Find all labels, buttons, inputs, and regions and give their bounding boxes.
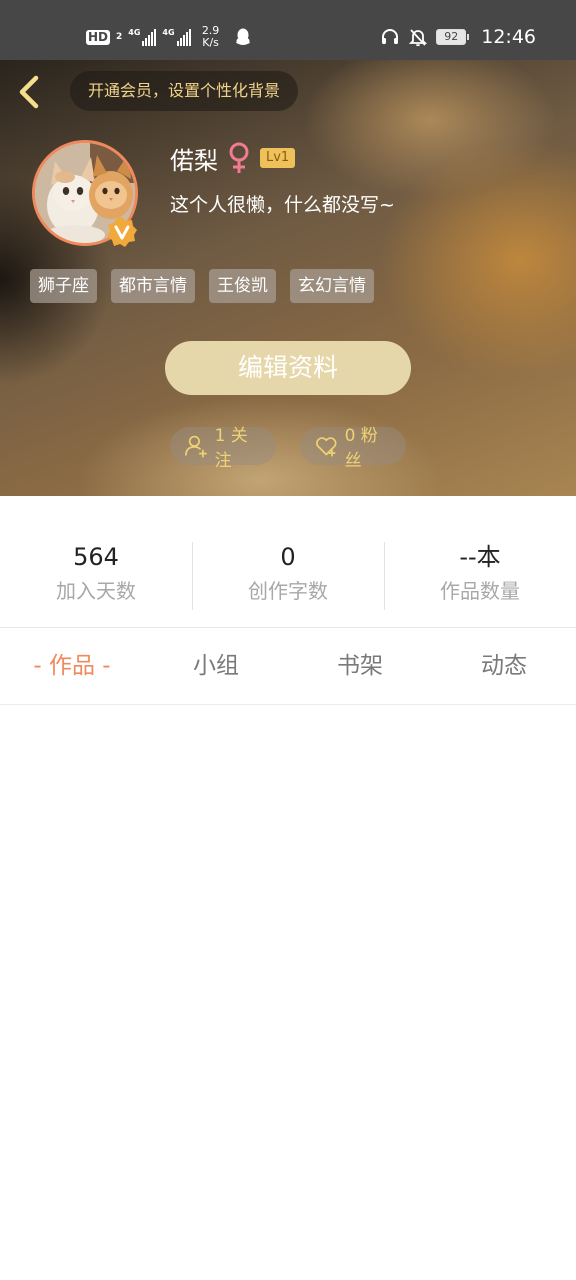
- clock: 12:46: [481, 26, 536, 48]
- tag-item[interactable]: 王俊凯: [209, 269, 276, 303]
- fans-button[interactable]: 0 粉丝: [300, 426, 406, 471]
- stat-label: 作品数量: [440, 579, 520, 603]
- heart-plus-icon: [316, 437, 337, 457]
- hd-sim-label: 2: [116, 32, 123, 42]
- stats-row: 564 加入天数 0 创作字数 --本 作品数量: [0, 540, 576, 612]
- following-count: 1 关注: [214, 426, 248, 471]
- fans-count: 0 粉丝: [344, 426, 378, 471]
- status-bar: HD 2 4G 4G 2.9 K/s 92 12:46: [0, 0, 576, 60]
- stat-value: 564: [73, 543, 119, 571]
- vip-background-prompt[interactable]: 开通会员，设置个性化背景: [70, 71, 299, 111]
- profile-header: 开通会员，设置个性化背景 偌梨 Lv1 这个人很懒，什么都没写~ 狮子座 都市言…: [0, 60, 576, 496]
- stat-value: --本: [459, 543, 501, 571]
- tab-activity[interactable]: 动态: [432, 628, 576, 704]
- network-speed-unit: K/s: [202, 36, 219, 49]
- tag-item[interactable]: 狮子座: [30, 269, 97, 303]
- female-gender-icon: [229, 142, 249, 173]
- battery-level: 92: [436, 29, 467, 45]
- stat-word-count: 0 创作字数: [192, 540, 384, 612]
- mute-bell-icon: [409, 29, 428, 47]
- network-speed: 2.9 K/s: [199, 25, 223, 49]
- edit-profile-button[interactable]: 编辑资料: [165, 341, 411, 395]
- battery-icon: 92: [436, 29, 470, 45]
- stat-label: 加入天数: [56, 579, 136, 603]
- tag-item[interactable]: 都市言情: [111, 269, 195, 303]
- tag-item[interactable]: 玄幻言情: [290, 269, 374, 303]
- tab-works[interactable]: - 作品 -: [0, 628, 144, 704]
- following-button[interactable]: 1 关注: [170, 426, 276, 471]
- hd-icon: HD: [86, 29, 111, 45]
- tab-groups[interactable]: 小组: [144, 628, 288, 704]
- signal-icon-1: 4G: [128, 28, 157, 46]
- content-area: [0, 705, 576, 1280]
- stat-value: 0: [280, 543, 296, 571]
- username: 偌梨: [170, 146, 218, 175]
- tab-bar: - 作品 - 小组 书架 动态: [0, 628, 576, 704]
- add-user-icon: [185, 435, 207, 458]
- user-bio: 这个人很懒，什么都没写~: [170, 194, 395, 216]
- verified-v-badge-icon: [107, 217, 137, 247]
- status-left: HD 2 4G 4G 2.9 K/s: [86, 22, 251, 52]
- tab-bookshelf[interactable]: 书架: [288, 628, 432, 704]
- network-type-label: 4G: [128, 28, 141, 37]
- signal-icon-2: 4G: [162, 28, 191, 46]
- stat-label: 创作字数: [248, 579, 328, 603]
- headphones-icon: [382, 29, 399, 44]
- status-right: 92 12:46: [380, 22, 536, 52]
- network-type-label-2: 4G: [162, 28, 175, 37]
- stat-join-days: 564 加入天数: [0, 540, 192, 612]
- back-arrow-icon[interactable]: [14, 72, 46, 112]
- level-badge: Lv1: [260, 148, 296, 168]
- name-row: 偌梨 Lv1: [170, 140, 296, 176]
- tag-list: 狮子座 都市言情 王俊凯 玄幻言情: [30, 269, 374, 303]
- stat-works-count: --本 作品数量: [384, 540, 576, 612]
- qq-penguin-icon: [235, 28, 250, 45]
